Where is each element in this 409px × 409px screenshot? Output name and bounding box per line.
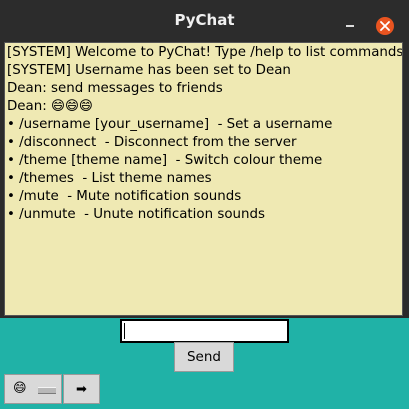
close-button[interactable] [376,17,394,35]
chat-line: • /themes - List theme names [7,171,212,186]
chat-line: • /username [your_username] - Set a user… [7,117,333,132]
chat-line: • /mute - Mute notification sounds [7,189,242,204]
chat-line: • /disconnect - Disconnect from the serv… [7,135,297,150]
arrow-right-button[interactable]: ➡ [63,374,100,404]
chat-log[interactable]: [SYSTEM] Welcome to PyChat! Type /help t… [4,42,403,316]
emoji-icon: 😄 [13,381,27,396]
chat-line: Dean: 😄😄😄 [7,99,93,114]
message-input[interactable] [120,319,289,343]
dropdown-indicator-icon [38,387,56,394]
chat-line: • /theme [theme name] - Switch colour th… [7,153,323,168]
emoji-menu-button[interactable]: 😄 [4,374,62,404]
chat-line: [SYSTEM] Username has been set to Dean [7,63,291,78]
chat-line: [SYSTEM] Welcome to PyChat! Type /help t… [7,45,403,60]
send-button[interactable]: Send [174,342,234,372]
title-bar[interactable]: PyChat [0,0,409,40]
chat-line: Dean: send messages to friends [7,81,223,96]
text-caret [124,323,125,339]
pychat-window: PyChat [SYSTEM] Welcome to PyChat! Type … [0,0,409,409]
input-panel: Send 😄 ➡ [0,318,409,409]
close-icon [380,21,390,31]
chat-line: • /unmute - Unute notification sounds [7,207,265,222]
minimize-button[interactable] [342,14,358,30]
